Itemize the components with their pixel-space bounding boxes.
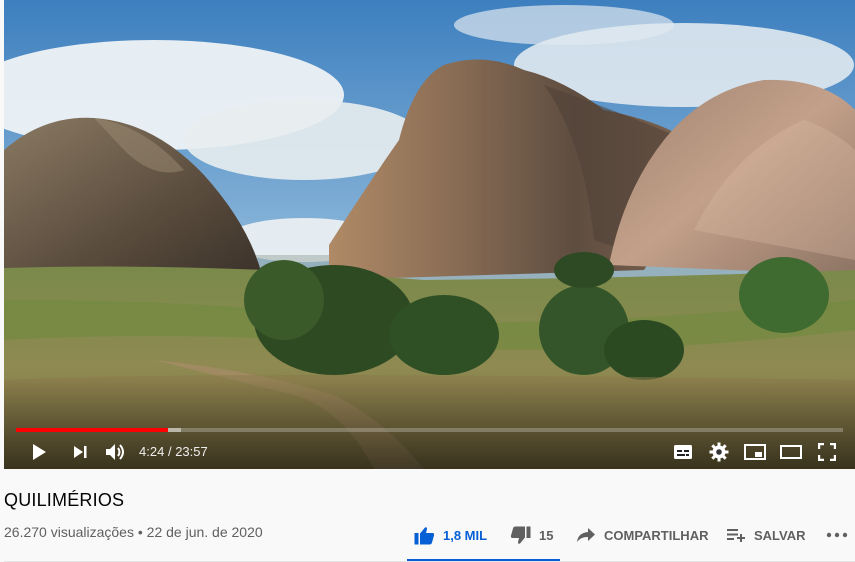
playlist-add-icon	[727, 529, 745, 542]
share-label: COMPARTILHAR	[604, 527, 709, 543]
miniplayer-button[interactable]	[742, 439, 768, 465]
thumbs-up-icon	[414, 526, 435, 544]
subtitles-button[interactable]	[670, 439, 696, 465]
share-icon	[577, 528, 595, 542]
thumbs-down-icon	[510, 526, 531, 544]
settings-button[interactable]	[706, 439, 732, 465]
like-count: 1,8 MIL	[443, 527, 488, 543]
more-actions-button[interactable]	[826, 518, 855, 552]
dislike-button[interactable]: 15	[510, 518, 553, 552]
next-button[interactable]	[67, 439, 93, 465]
more-icon	[826, 532, 848, 538]
time-separator: /	[167, 444, 172, 459]
time-display: 4:24 / 23:57	[139, 444, 208, 459]
play-button[interactable]	[26, 439, 52, 465]
player-controls: 4:24 / 23:57	[4, 436, 855, 466]
miniplayer-icon	[744, 444, 766, 460]
volume-button[interactable]	[103, 439, 129, 465]
next-icon	[74, 446, 87, 458]
theater-mode-button[interactable]	[778, 439, 804, 465]
save-button[interactable]: SALVAR	[726, 518, 806, 552]
dislike-count: 15	[539, 527, 554, 543]
like-button[interactable]: 1,8 MIL	[414, 518, 487, 552]
video-title: QUILIMÉRIOS	[4, 490, 125, 510]
duration: 23:57	[175, 444, 208, 459]
play-icon	[33, 444, 46, 460]
fullscreen-icon	[818, 443, 836, 461]
theater-icon	[780, 445, 802, 459]
progress-played	[16, 428, 169, 432]
video-player[interactable]: 4:24 / 23:57	[4, 0, 855, 469]
save-label: SALVAR	[754, 527, 806, 543]
progress-bar[interactable]	[16, 428, 843, 432]
subtitles-icon	[674, 445, 692, 459]
current-time: 4:24	[139, 444, 165, 459]
fullscreen-button[interactable]	[814, 439, 840, 465]
video-actions: 1,8 MIL 15 COMPARTILHAR SALVAR	[0, 518, 855, 554]
share-button[interactable]: COMPARTILHAR	[576, 518, 708, 552]
volume-icon	[106, 444, 124, 460]
settings-icon	[709, 442, 729, 462]
